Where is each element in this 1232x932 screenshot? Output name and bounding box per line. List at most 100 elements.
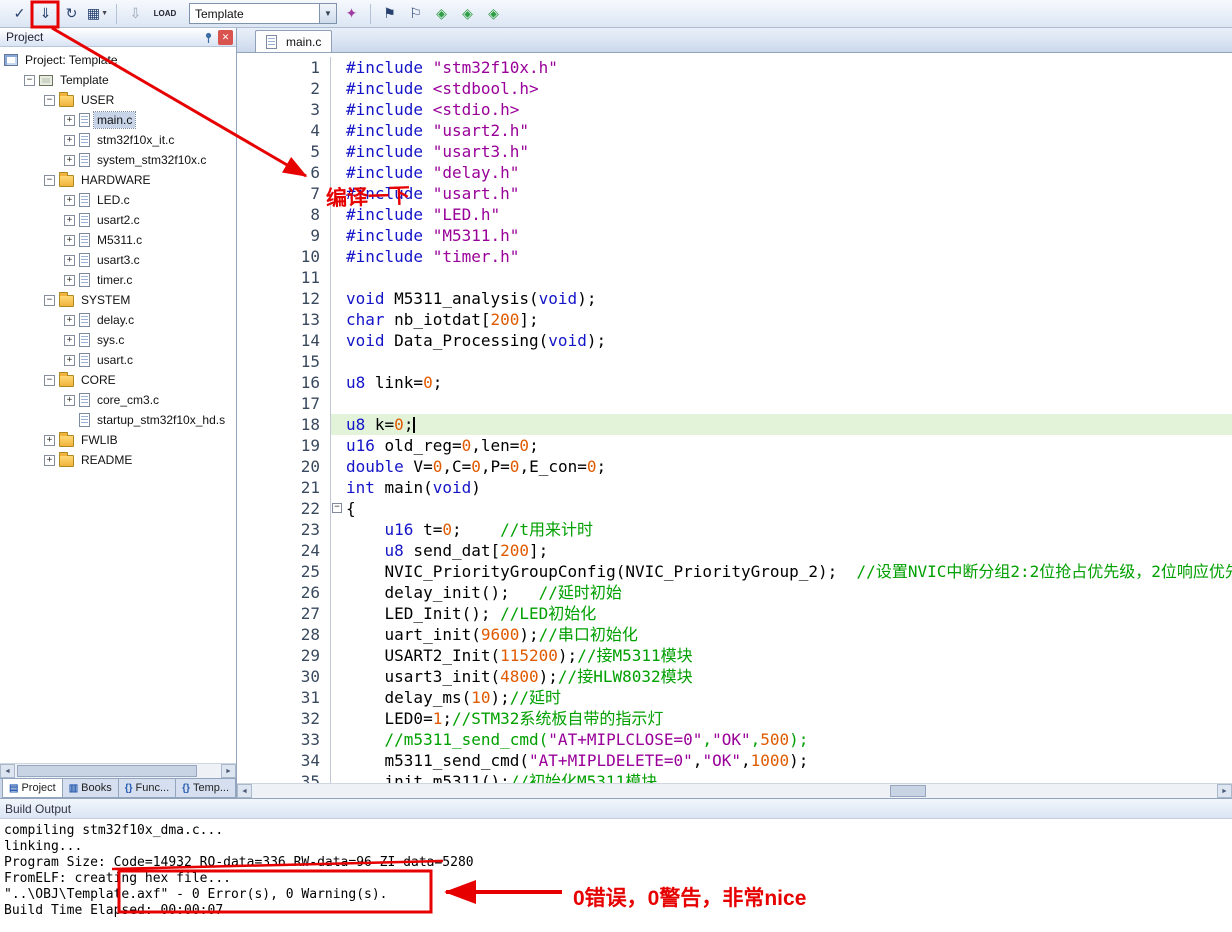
line-number[interactable]: 10 <box>237 246 331 267</box>
code-line-22[interactable]: 22−{ <box>237 498 1232 519</box>
expander-icon[interactable]: − <box>44 375 55 386</box>
line-number[interactable]: 1 <box>237 57 331 78</box>
line-number[interactable]: 23 <box>237 519 331 540</box>
tree-item-core[interactable]: −CORE <box>0 370 236 390</box>
tree-item-delay-c[interactable]: +delay.c <box>0 310 236 330</box>
code-line-21[interactable]: 21int main(void) <box>237 477 1232 498</box>
expander-icon[interactable]: + <box>64 335 75 346</box>
code-line-28[interactable]: 28 uart_init(9600);//串口初始化 <box>237 624 1232 645</box>
target-select-dropdown-button[interactable]: ▼ <box>319 4 336 23</box>
line-number[interactable]: 22 <box>237 498 331 519</box>
line-number[interactable]: 6 <box>237 162 331 183</box>
download-button[interactable]: ⇩ <box>124 2 147 25</box>
code-line-10[interactable]: 10#include "timer.h" <box>237 246 1232 267</box>
line-number[interactable]: 33 <box>237 729 331 750</box>
tree-item-startup-stm32f10x-hd-s[interactable]: startup_stm32f10x_hd.s <box>0 410 236 430</box>
code-line-2[interactable]: 2#include <stdbool.h> <box>237 78 1232 99</box>
tab-project[interactable]: ▤Project <box>2 779 63 798</box>
line-number[interactable]: 25 <box>237 561 331 582</box>
expander-icon[interactable]: − <box>44 175 55 186</box>
editor-hscrollbar[interactable]: ◄ ► <box>237 783 1232 798</box>
tree-item-stm32f10x-it-c[interactable]: +stm32f10x_it.c <box>0 130 236 150</box>
code-line-25[interactable]: 25 NVIC_PriorityGroupConfig(NVIC_Priorit… <box>237 561 1232 582</box>
code-line-20[interactable]: 20double V=0,C=0,P=0,E_con=0; <box>237 456 1232 477</box>
code-line-24[interactable]: 24 u8 send_dat[200]; <box>237 540 1232 561</box>
code-line-9[interactable]: 9#include "M5311.h" <box>237 225 1232 246</box>
tree-item-usart2-c[interactable]: +usart2.c <box>0 210 236 230</box>
line-number[interactable]: 2 <box>237 78 331 99</box>
code-line-1[interactable]: 1#include "stm32f10x.h" <box>237 57 1232 78</box>
tab-main-c[interactable]: main.c <box>255 30 332 52</box>
code-line-3[interactable]: 3#include <stdio.h> <box>237 99 1232 120</box>
tree-item-sys-c[interactable]: +sys.c <box>0 330 236 350</box>
expander-icon[interactable]: + <box>64 195 75 206</box>
expander-icon[interactable]: + <box>44 455 55 466</box>
line-number[interactable]: 29 <box>237 645 331 666</box>
tree-item-usart3-c[interactable]: +usart3.c <box>0 250 236 270</box>
line-number[interactable]: 17 <box>237 393 331 414</box>
build-button[interactable]: ⇓ <box>34 2 57 25</box>
expander-icon[interactable]: + <box>64 155 75 166</box>
code-line-13[interactable]: 13char nb_iotdat[200]; <box>237 309 1232 330</box>
tree-item-fwlib[interactable]: +FWLIB <box>0 430 236 450</box>
build-output-line[interactable]: compiling stm32f10x_dma.c... <box>4 823 1232 839</box>
expander-icon[interactable]: + <box>64 315 75 326</box>
line-number[interactable]: 28 <box>237 624 331 645</box>
tree-item-main-c[interactable]: +main.c <box>0 110 236 130</box>
expander-icon[interactable]: + <box>64 235 75 246</box>
expander-icon[interactable]: + <box>64 275 75 286</box>
line-number[interactable]: 12 <box>237 288 331 309</box>
line-number[interactable]: 3 <box>237 99 331 120</box>
tree-item-system-stm32f10x-c[interactable]: +system_stm32f10x.c <box>0 150 236 170</box>
translate-button[interactable]: ✓ <box>8 2 31 25</box>
line-number[interactable]: 31 <box>237 687 331 708</box>
bookmark-prev-button[interactable]: ◈ <box>430 2 453 25</box>
rebuild-button[interactable]: ↻ <box>60 2 83 25</box>
expander-icon[interactable]: + <box>44 435 55 446</box>
expander-icon[interactable]: − <box>24 75 35 86</box>
code-line-30[interactable]: 30 usart3_init(4800);//接HLW8032模块 <box>237 666 1232 687</box>
scroll-left-icon[interactable]: ◄ <box>237 784 252 798</box>
scroll-right-icon[interactable]: ► <box>221 764 236 778</box>
tree-item-readme[interactable]: +README <box>0 450 236 470</box>
tab-books[interactable]: ▥Books <box>62 779 119 798</box>
line-number[interactable]: 26 <box>237 582 331 603</box>
tree-item-hardware[interactable]: −HARDWARE <box>0 170 236 190</box>
line-number[interactable]: 7 <box>237 183 331 204</box>
code-line-31[interactable]: 31 delay_ms(10);//延时 <box>237 687 1232 708</box>
build-output-content[interactable]: compiling stm32f10x_dma.c...linking...Pr… <box>0 819 1232 932</box>
code-line-5[interactable]: 5#include "usart3.h" <box>237 141 1232 162</box>
code-line-23[interactable]: 23 u16 t=0; //t用来计时 <box>237 519 1232 540</box>
options-for-target-button[interactable]: ✦ <box>340 2 363 25</box>
code-line-29[interactable]: 29 USART2_Init(115200);//接M5311模块 <box>237 645 1232 666</box>
build-output-line[interactable]: linking... <box>4 839 1232 855</box>
fold-collapse-icon[interactable]: − <box>332 503 342 513</box>
code-line-35[interactable]: 35 init_m5311();//初始化M5311模块 <box>237 771 1232 783</box>
expander-icon[interactable]: + <box>64 135 75 146</box>
tab-temp[interactable]: {}Temp... <box>175 779 236 798</box>
tree-item-user[interactable]: −USER <box>0 90 236 110</box>
expander-icon[interactable]: + <box>64 395 75 406</box>
expander-icon[interactable]: − <box>44 295 55 306</box>
line-number[interactable]: 34 <box>237 750 331 771</box>
code-line-34[interactable]: 34 m5311_send_cmd("AT+MIPLDELETE=0","OK"… <box>237 750 1232 771</box>
scroll-left-icon[interactable]: ◄ <box>0 764 15 778</box>
tab-func[interactable]: {}Func... <box>118 779 176 798</box>
build-output-line[interactable]: FromELF: creating hex file... <box>4 871 1232 887</box>
line-number[interactable]: 11 <box>237 267 331 288</box>
code-area[interactable]: 1#include "stm32f10x.h"2#include <stdboo… <box>237 53 1232 783</box>
pin-icon[interactable] <box>201 30 216 45</box>
line-number[interactable]: 24 <box>237 540 331 561</box>
project-hscroll-thumb[interactable] <box>17 765 197 777</box>
line-number[interactable]: 8 <box>237 204 331 225</box>
build-output-line[interactable]: Program Size: Code=14932 RO-data=336 RW-… <box>4 855 1232 871</box>
line-number[interactable]: 20 <box>237 456 331 477</box>
line-number[interactable]: 32 <box>237 708 331 729</box>
code-line-11[interactable]: 11 <box>237 267 1232 288</box>
bookmark-next-button[interactable]: ◈ <box>456 2 479 25</box>
batch-build-button[interactable]: ▦▼ <box>86 2 109 25</box>
code-line-8[interactable]: 8#include "LED.h" <box>237 204 1232 225</box>
project-hscrollbar[interactable]: ◄ ► <box>0 763 236 778</box>
close-icon[interactable]: ✕ <box>218 30 233 45</box>
tree-item-project-template[interactable]: Project: Template <box>0 50 236 70</box>
